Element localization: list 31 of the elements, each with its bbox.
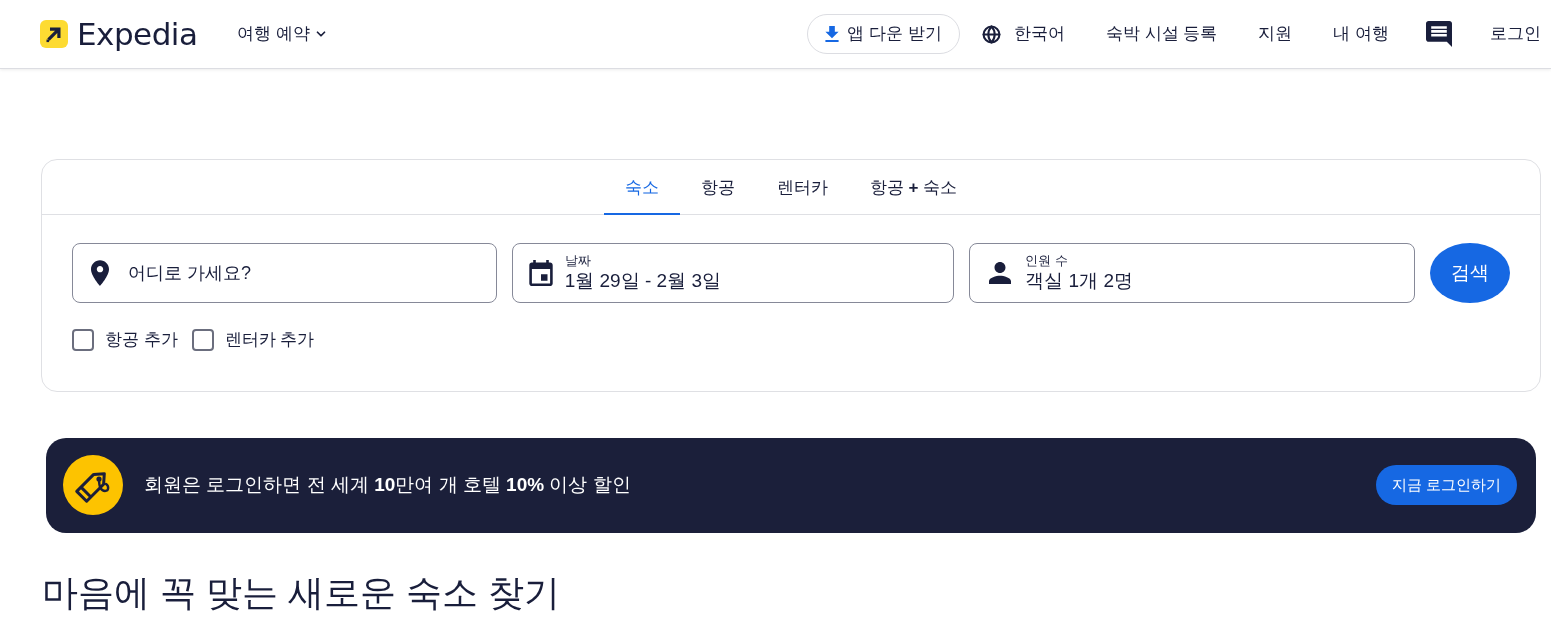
- nav-link[interactable]: 숙박 시설 등록: [1105, 21, 1218, 47]
- person-icon: [989, 262, 1012, 284]
- checkbox-label[interactable]: 항공 추가: [105, 327, 178, 353]
- location-pin-icon: [91, 260, 109, 286]
- checkbox-label[interactable]: 렌터카 추가: [224, 327, 315, 353]
- date-field[interactable]: 날짜 1월 29일 - 2월 3일: [511, 243, 955, 303]
- trip-menu-button[interactable]: 여행 예약: [237, 14, 329, 54]
- search-button[interactable]: 검색: [1430, 243, 1510, 303]
- section-heading: 마음에 꼭 맞는 새로운 숙소 찾기: [42, 570, 560, 615]
- globe-icon: [981, 24, 1001, 44]
- travelers-field[interactable]: 인원 수 객실 1개 2명: [969, 243, 1415, 303]
- nav-link[interactable]: 내 여행: [1333, 21, 1389, 47]
- price-tag-icon: [63, 455, 123, 515]
- calendar-icon: [528, 260, 553, 286]
- chat-icon[interactable]: [1426, 21, 1452, 47]
- tab[interactable]: 숙소: [603, 160, 680, 215]
- login-now-button[interactable]: 지금 로그인하기: [1375, 465, 1517, 505]
- tab[interactable]: 항공: [679, 160, 756, 215]
- login-link[interactable]: 로그인: [1490, 21, 1541, 47]
- logo-link[interactable]: Expedia: [40, 14, 198, 54]
- tab[interactable]: 항공 + 숙소: [848, 160, 979, 215]
- download-icon: [825, 26, 840, 42]
- checkbox[interactable]: [72, 328, 94, 351]
- arrow-logo-icon[interactable]: [40, 20, 68, 48]
- language-button[interactable]: 한국어: [981, 14, 1065, 54]
- destination-field[interactable]: 어디로 가세요?: [72, 243, 497, 303]
- tab[interactable]: 렌터카: [755, 160, 849, 215]
- promo-text: 회원은 로그인하면 전 세계 10만여 개 호텔 10% 이상 할인: [144, 472, 631, 497]
- brand-name: Expedia: [77, 18, 198, 50]
- checkbox[interactable]: [191, 328, 214, 351]
- nav-link[interactable]: 지원: [1258, 21, 1293, 47]
